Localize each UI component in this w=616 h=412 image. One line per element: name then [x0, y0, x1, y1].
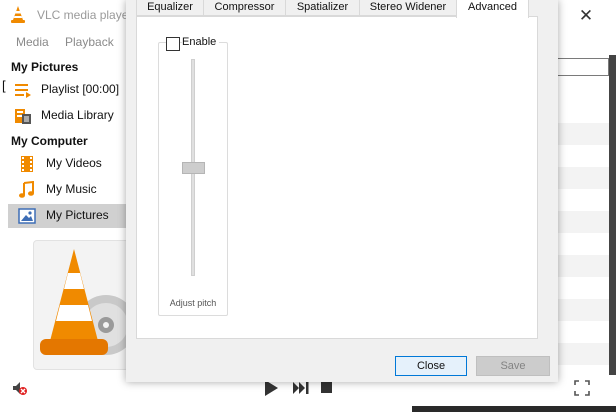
taskbar-strip [0, 406, 616, 412]
enable-checkbox[interactable] [166, 37, 180, 51]
vlc-cone-with-disc-icon [40, 249, 128, 355]
sidebar-heading-my-computer: My Computer [11, 134, 88, 148]
pitch-group: Enable Adjust pitch [158, 36, 228, 316]
sidebar-item-media-library[interactable]: Media Library [8, 104, 126, 128]
save-button[interactable]: Save [476, 356, 550, 376]
sidebar-item-label: My Music [46, 182, 97, 196]
enable-label[interactable]: Enable [182, 36, 220, 48]
menu-media[interactable]: Media [16, 35, 49, 49]
sidebar-item-label: Media Library [41, 108, 114, 122]
sidebar-item-label: My Pictures [46, 208, 109, 222]
pitch-slider-handle[interactable] [182, 162, 205, 174]
taskbar-dark-segment [412, 406, 616, 412]
playlist-icon [15, 84, 31, 98]
picture-icon [18, 208, 36, 224]
sidebar-item-my-music[interactable]: My Music [8, 178, 126, 202]
fullscreen-icon[interactable] [574, 380, 590, 396]
mute-icon[interactable] [12, 380, 28, 396]
album-art-thumbnail [33, 240, 129, 370]
sidebar-item-my-videos[interactable]: My Videos [8, 152, 126, 176]
sidebar-item-playlist[interactable]: Playlist [00:00] [8, 78, 126, 102]
tab-spatializer[interactable]: Spatializer [285, 0, 360, 16]
sidebar-item-label: My Videos [46, 156, 102, 170]
sidebar-item-label: Playlist [00:00] [41, 82, 120, 96]
music-note-icon [19, 181, 34, 198]
menu-playback[interactable]: Playback [65, 35, 114, 49]
tab-bar: Equalizer Compressor Spatializer Stereo … [136, 0, 550, 18]
audio-effects-dialog: Equalizer Compressor Spatializer Stereo … [126, 0, 558, 382]
sidebar-heading-my-pictures: My Pictures [11, 60, 79, 74]
tab-compressor[interactable]: Compressor [203, 0, 286, 16]
window-title: VLC media playe [37, 8, 129, 22]
advanced-tab-panel: Enable Adjust pitch [136, 16, 538, 339]
tab-advanced[interactable]: Advanced [456, 0, 529, 18]
vlc-cone-icon [11, 6, 25, 23]
next-icon[interactable] [292, 381, 310, 395]
close-button[interactable]: Close [395, 356, 467, 376]
stop-icon[interactable] [321, 382, 332, 393]
scrollbar[interactable] [609, 55, 616, 375]
media-library-icon [15, 109, 31, 124]
tab-equalizer[interactable]: Equalizer [136, 0, 204, 16]
adjust-pitch-label: Adjust pitch [169, 298, 217, 308]
sidebar-item-my-pictures[interactable]: My Pictures [8, 204, 126, 228]
tab-stereo-widener[interactable]: Stereo Widener [359, 0, 457, 16]
film-icon [21, 156, 33, 172]
left-bracket-text: [ [2, 78, 6, 93]
close-window-button[interactable]: ✕ [572, 3, 600, 29]
